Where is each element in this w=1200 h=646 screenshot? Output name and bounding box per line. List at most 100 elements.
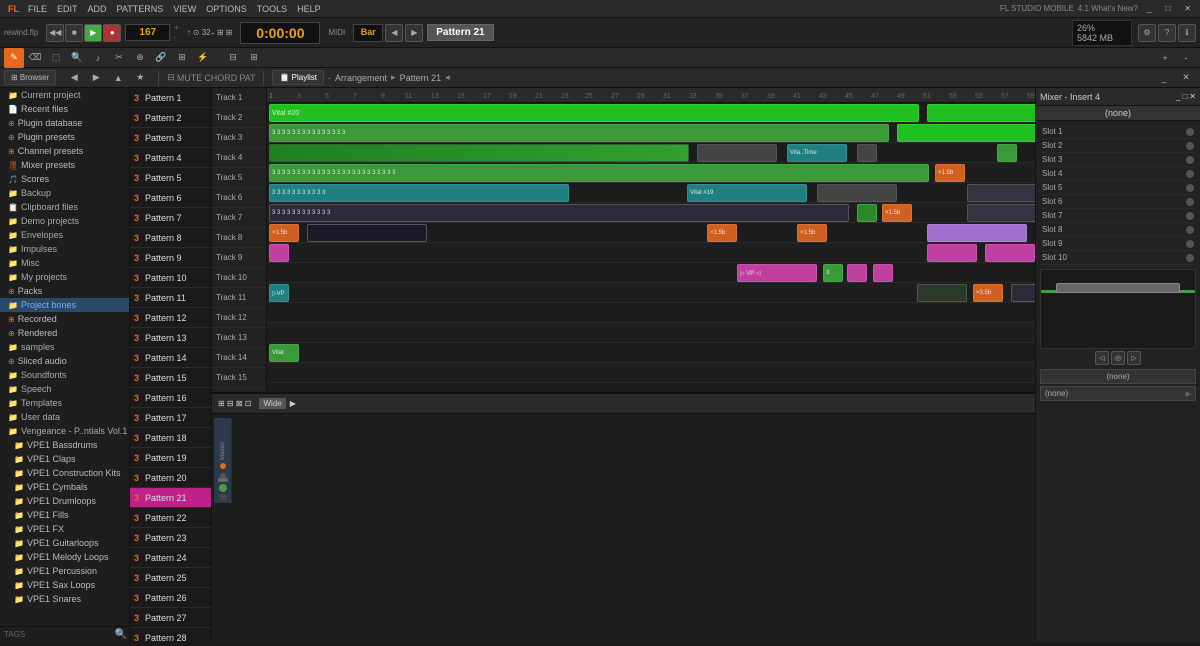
track-row-1[interactable]: Vital #20 xyxy=(267,103,1035,123)
track-label-15[interactable]: Track 15 xyxy=(212,368,266,388)
browser-item-recent[interactable]: 📄 Recent files xyxy=(0,102,129,116)
pattern-item-10[interactable]: 3 Pattern 10 xyxy=(130,268,211,288)
pattern-item-11[interactable]: 3 Pattern 11 xyxy=(130,288,211,308)
track-row-15[interactable] xyxy=(267,383,1035,392)
browser-item-mixer-presets[interactable]: 🎚 Mixer presets xyxy=(0,158,129,172)
menu-patterns[interactable]: PATTERNS xyxy=(112,0,169,17)
track-row-4[interactable]: 3 3 3 3 3 3 3 3 3 3 3 3 3 3 3 3 3 3 3 3 … xyxy=(267,163,1035,183)
tracks-scroll[interactable]: Vital #20 3 3 3 3 3 3 3 3 3 3 3 3 3 3 3 xyxy=(267,103,1035,392)
track-row-14[interactable] xyxy=(267,363,1035,383)
pattern-item-3[interactable]: 3 Pattern 3 xyxy=(130,128,211,148)
pattern-item-17[interactable]: 3 Pattern 17 xyxy=(130,408,211,428)
browser-item-my-projects[interactable]: 📁 My projects xyxy=(0,270,129,284)
send-btn-2[interactable] xyxy=(219,493,227,501)
browser-item-vpe1-cymbals[interactable]: 📁 VPE1 Cymbals xyxy=(0,480,129,494)
mixer-slot-9[interactable]: Slot 9 xyxy=(1040,237,1196,251)
track-label-2[interactable]: Track 2 xyxy=(212,108,266,128)
browser-item-vpe1-ck[interactable]: 📁 VPE1 Construction Kits xyxy=(0,466,129,480)
mixer-bottom-none-2[interactable]: (none) ▶ xyxy=(1040,386,1196,401)
browser-item-samples[interactable]: 📁 samples xyxy=(0,340,129,354)
mixer-slot-1[interactable]: Slot 1 xyxy=(1040,125,1196,139)
block-t7-lp1[interactable] xyxy=(927,224,1027,242)
zoom-out-btn[interactable]: - xyxy=(1176,48,1196,68)
mixer-ch-master[interactable]: Master xyxy=(214,418,232,503)
pattern-item-16[interactable]: 3 Pattern 16 xyxy=(130,388,211,408)
track-label-14[interactable]: Track 14 xyxy=(212,348,266,368)
browser-item-impulses[interactable]: 📁 Impulses xyxy=(0,242,129,256)
menu-help[interactable]: HELP xyxy=(292,0,326,17)
pattern-item-8[interactable]: 3 Pattern 8 xyxy=(130,228,211,248)
browser-item-plugin-presets[interactable]: ⊕ Plugin presets xyxy=(0,130,129,144)
tool-link[interactable]: 🔗 xyxy=(151,48,171,68)
slot-enable-9[interactable] xyxy=(1186,240,1194,248)
tool-detuner[interactable]: ⊕ xyxy=(130,48,150,68)
browser-item-sliced[interactable]: ⊕ Sliced audio xyxy=(0,354,129,368)
mixer-slot-5[interactable]: Slot 5 xyxy=(1040,181,1196,195)
slot-enable-2[interactable] xyxy=(1186,142,1194,150)
pattern-item-23[interactable]: 3 Pattern 23 xyxy=(130,528,211,548)
info-btn[interactable]: ℹ xyxy=(1178,24,1196,42)
playlist-close[interactable]: ✕ xyxy=(1176,68,1196,88)
bpm-display[interactable]: 167 xyxy=(125,24,170,41)
pattern-item-2[interactable]: 3 Pattern 2 xyxy=(130,108,211,128)
playlist-minimize[interactable]: _ xyxy=(1154,68,1174,88)
menu-edit[interactable]: EDIT xyxy=(52,0,83,17)
mixer-minimize-btn[interactable]: _ xyxy=(1176,92,1180,101)
channel-strips[interactable]: Master xyxy=(212,414,1035,507)
rewind-btn[interactable]: ◀◀ xyxy=(46,24,64,42)
browser-item-channel-presets[interactable]: ⊕ Channel presets xyxy=(0,144,129,158)
browser-item-vpe1-fills[interactable]: 📁 VPE1 Fills xyxy=(0,508,129,522)
menu-view[interactable]: VIEW xyxy=(168,0,201,17)
browser-item-speech[interactable]: 📁 Speech xyxy=(0,382,129,396)
nav-up[interactable]: ▲ xyxy=(108,68,128,88)
track-row-13[interactable]: Vital xyxy=(267,343,1035,363)
send-btn-1[interactable] xyxy=(219,484,227,492)
pattern-item-18[interactable]: 3 Pattern 18 xyxy=(130,428,211,448)
pattern-item-24[interactable]: 3 Pattern 24 xyxy=(130,548,211,568)
mixer-float-btn[interactable]: □ xyxy=(1182,92,1187,101)
tool-erase[interactable]: ⌫ xyxy=(25,48,45,68)
block-t3-4[interactable] xyxy=(997,144,1017,162)
nav-fwd[interactable]: ▶ xyxy=(86,68,106,88)
tool-select[interactable]: ⬚ xyxy=(46,48,66,68)
zoom-in-btn[interactable]: + xyxy=(1155,48,1175,68)
browser-item-vpe1-melody[interactable]: 📁 VPE1 Melody Loops xyxy=(0,550,129,564)
menu-options[interactable]: OPTIONS xyxy=(201,0,252,17)
browser-item-demo[interactable]: 📁 Demo projects xyxy=(0,214,129,228)
track-row-9[interactable]: ▷ VP ◁ 3 xyxy=(267,263,1035,283)
block-t13-vital[interactable]: Vital xyxy=(269,344,299,362)
track-label-9[interactable]: Track 9 xyxy=(212,248,266,268)
browser-item-soundfonts[interactable]: 📁 Soundfonts xyxy=(0,368,129,382)
tool-draw[interactable]: ✎ xyxy=(4,48,24,68)
bar-dec[interactable]: ◀ xyxy=(385,24,403,42)
mixer-main-fader[interactable] xyxy=(1040,269,1196,349)
browser-item-packs[interactable]: ⊕ Packs xyxy=(0,284,129,298)
block-t1-2[interactable] xyxy=(927,104,1035,122)
nav-star[interactable]: ★ xyxy=(130,68,150,88)
browser-item-misc[interactable]: 📁 Misc xyxy=(0,256,129,270)
track-row-3[interactable]: Vita..Time xyxy=(267,143,1035,163)
browser-item-scores[interactable]: 🎵 Scores xyxy=(0,172,129,186)
block-t6-g[interactable] xyxy=(857,204,877,222)
mixer-slot-10[interactable]: Slot 10 xyxy=(1040,251,1196,265)
quantize-btn[interactable]: ⊞ xyxy=(244,48,264,68)
block-t1-1[interactable]: Vital #20 xyxy=(269,104,919,122)
fader-btn-l[interactable]: ◁ xyxy=(1095,351,1109,365)
mixer-slot-4[interactable]: Slot 4 xyxy=(1040,167,1196,181)
snap-btn[interactable]: ⊟ xyxy=(223,48,243,68)
track-label-11[interactable]: Track 11 xyxy=(212,288,266,308)
slot-enable-3[interactable] xyxy=(1186,156,1194,164)
pattern-item-26[interactable]: 3 Pattern 26 xyxy=(130,588,211,608)
track-label-4[interactable]: Track 4 xyxy=(212,148,266,168)
block-t3-vita[interactable]: Vita..Time xyxy=(787,144,847,162)
block-t4-1[interactable]: 3 3 3 3 3 3 3 3 3 3 3 3 3 3 3 3 3 3 3 3 … xyxy=(269,164,929,182)
track-row-6[interactable]: 3 3 3 3 3 3 3 3 3 3 3 3 ×1.5b xyxy=(267,203,1035,223)
track-label-3[interactable]: Track 3 xyxy=(212,128,266,148)
pattern-item-13[interactable]: 3 Pattern 13 xyxy=(130,328,211,348)
pattern-item-27[interactable]: 3 Pattern 27 xyxy=(130,608,211,628)
minimize-btn[interactable]: _ xyxy=(1142,4,1156,13)
mixer-close-btn[interactable]: ✕ xyxy=(1189,92,1196,101)
block-t6-1[interactable]: 3 3 3 3 3 3 3 3 3 3 3 3 xyxy=(269,204,849,222)
mixer-slot-3[interactable]: Slot 3 xyxy=(1040,153,1196,167)
browser-item-rendered[interactable]: ⊕ Rendered xyxy=(0,326,129,340)
